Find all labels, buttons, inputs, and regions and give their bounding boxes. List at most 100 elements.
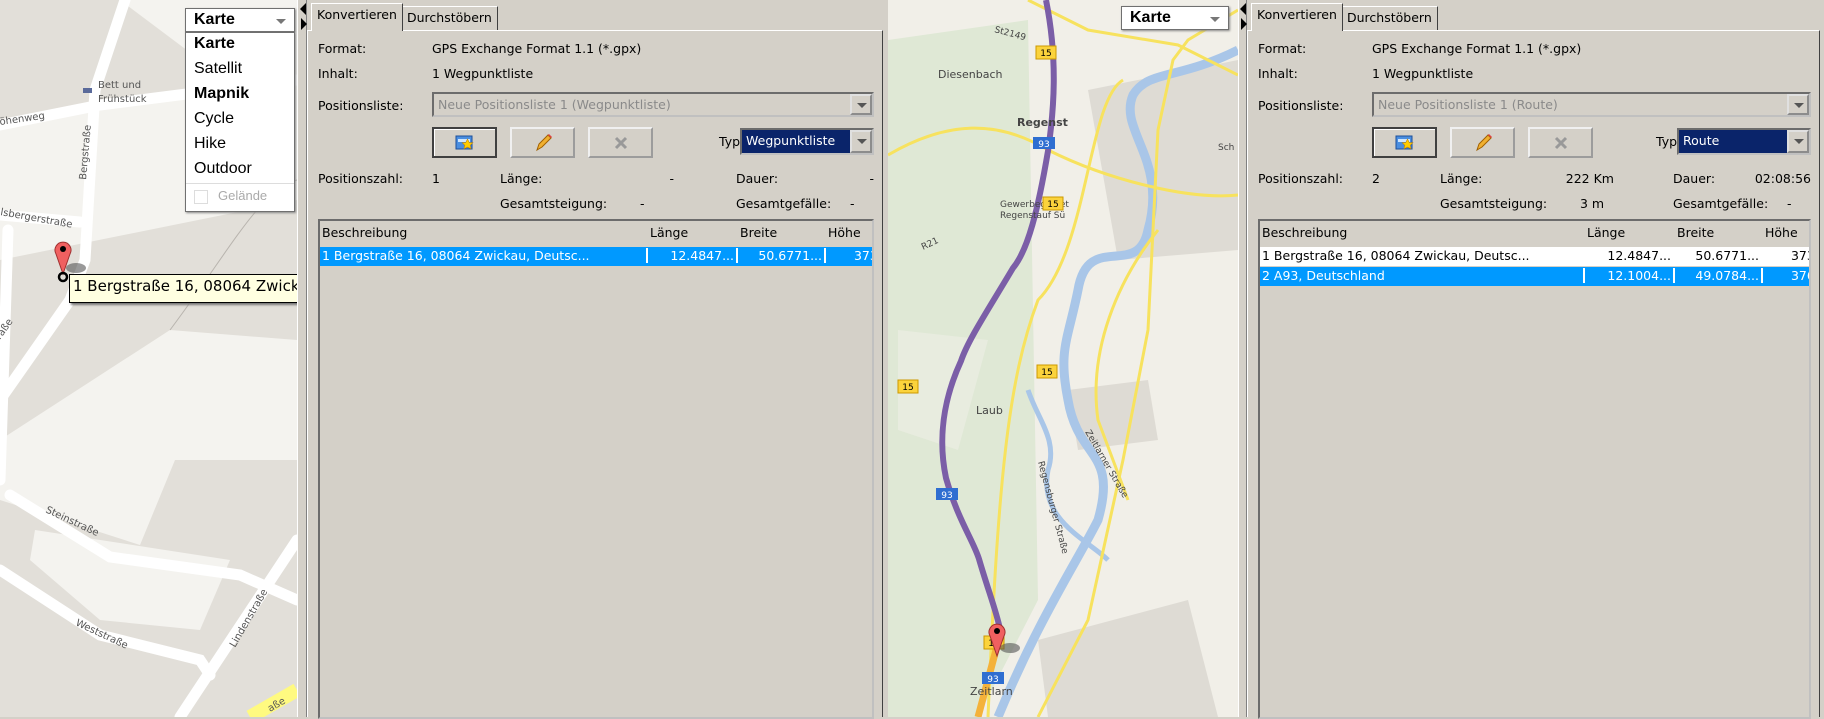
new-list-button[interactable] [1372, 127, 1437, 158]
dauer-label: Dauer: [736, 171, 779, 186]
dauer-value: 02:08:56 [1754, 171, 1811, 186]
cell-latitude: 50.6771... [1695, 248, 1759, 263]
checkbox-icon [194, 189, 208, 204]
chevron-down-icon[interactable] [850, 94, 872, 115]
column-header-beschreibung[interactable]: Beschreibung [1262, 225, 1347, 240]
tab-konvertieren[interactable]: Konvertieren [1251, 3, 1343, 31]
menu-item-satellit[interactable]: Satellit [186, 58, 294, 83]
column-header-hoehe[interactable]: Höhe [828, 225, 861, 240]
edit-button[interactable] [1450, 127, 1515, 158]
format-label: Format: [1258, 41, 1307, 56]
column-header-breite[interactable]: Breite [1677, 225, 1714, 240]
right-map[interactable]: Diesenbach Regenst Gewerbegebiet Regenst… [888, 0, 1238, 717]
tab-durchstoebern[interactable]: Durchstöbern [401, 6, 498, 30]
chevron-down-icon[interactable] [850, 130, 872, 153]
positionszahl-value: 1 [432, 171, 440, 186]
menu-item-outdoor[interactable]: Outdoor [186, 158, 294, 183]
menu-item-hike[interactable]: Hike [186, 133, 294, 158]
new-list-button[interactable] [432, 127, 497, 158]
format-label: Format: [318, 41, 367, 56]
tab-content: Format: GPS Exchange Format 1.1 (*.gpx) … [1247, 30, 1820, 719]
positionszahl-label: Positionszahl: [318, 171, 404, 186]
column-header-beschreibung[interactable]: Beschreibung [322, 225, 407, 240]
menu-item-mapnik[interactable]: Mapnik [186, 83, 294, 108]
cell-altitude: 373 m [1790, 248, 1809, 263]
gesamtgefaelle-value: - [850, 196, 855, 211]
position-table[interactable]: Beschreibung Länge Breite Höhe 1 Bergstr… [1258, 219, 1811, 719]
positionszahl-label: Positionszahl: [1258, 171, 1344, 186]
cell-latitude: 49.0784... [1673, 268, 1761, 283]
positionsliste-select[interactable]: Neue Positionsliste 1 (Wegpunktliste) [432, 92, 874, 117]
tab-konvertieren[interactable]: Konvertieren [311, 3, 403, 31]
positionsliste-label: Positionsliste: [1258, 98, 1344, 113]
cell-description: 1 Bergstraße 16, 08064 Zwickau, Deutsc..… [322, 248, 590, 263]
map-type-select[interactable]: Karte [185, 8, 295, 32]
gesamtsteigung-label: Gesamtsteigung: [1440, 196, 1548, 211]
column-header-laenge[interactable]: Länge [650, 225, 688, 240]
positionsliste-select[interactable]: Neue Positionsliste 1 (Route) [1372, 92, 1811, 117]
chevron-down-icon[interactable] [1787, 94, 1809, 115]
poi-label: Bett und [98, 80, 141, 91]
left-map[interactable]: Bergstraße öhenweg lsbergerstraße Steins… [0, 0, 297, 717]
place-label: Regenst [1017, 116, 1068, 129]
typ-select[interactable]: Wegpunktliste [740, 128, 874, 155]
tab-durchstoebern[interactable]: Durchstöbern [1341, 6, 1438, 30]
map-type-selected: Karte [1130, 9, 1171, 26]
chevron-down-icon [276, 19, 286, 24]
format-value: GPS Exchange Format 1.1 (*.gpx) [1372, 41, 1582, 56]
table-row[interactable]: 1 Bergstraße 16, 08064 Zwickau, Deutsc..… [1260, 247, 1809, 266]
collapse-left-icon[interactable] [1240, 3, 1246, 15]
cell-description: 1 Bergstraße 16, 08064 Zwickau, Deutsc..… [1262, 248, 1530, 263]
typ-select[interactable]: Route [1677, 128, 1811, 155]
table-row[interactable]: 1 Bergstraße 16, 08064 Zwickau, Deutsc..… [320, 247, 872, 266]
format-value: GPS Exchange Format 1.1 (*.gpx) [432, 41, 642, 56]
delete-button[interactable] [588, 127, 653, 158]
map-marker-icon[interactable] [984, 620, 1024, 670]
converter-panel-left: Konvertieren Durchstöbern Format: GPS Ex… [307, 0, 887, 719]
map-type-select[interactable]: Karte [1121, 6, 1229, 30]
pencil-icon [535, 133, 552, 151]
right-map-tiles: Diesenbach Regenst Gewerbegebiet Regenst… [888, 0, 1238, 717]
gesamtgefaelle-label: Gesamtgefälle: [736, 196, 832, 211]
bed-icon [83, 88, 92, 93]
positionszahl-value: 2 [1372, 171, 1380, 186]
cell-altitude: 376 m [1761, 268, 1809, 283]
menu-item-karte[interactable]: Karte [186, 33, 294, 58]
menu-item-cycle[interactable]: Cycle [186, 108, 294, 133]
tab-content: Format: GPS Exchange Format 1.1 (*.gpx) … [307, 30, 883, 719]
new-folder-icon [1395, 135, 1414, 149]
splitter[interactable] [297, 0, 307, 717]
typ-value: Wegpunktliste [746, 133, 836, 148]
table-row[interactable]: 2 A93, Deutschland 12.1004... 49.0784...… [1260, 267, 1809, 286]
column-header-breite[interactable]: Breite [740, 225, 777, 240]
street-label: Regensburger Straße [1035, 460, 1069, 555]
gesamtgefaelle-label: Gesamtgefälle: [1673, 196, 1769, 211]
positionsliste-label: Positionsliste: [318, 98, 404, 113]
gesamtgefaelle-value: - [1787, 196, 1792, 211]
inhalt-label: Inhalt: [1258, 66, 1298, 81]
gesamtsteigung-value: - [640, 196, 645, 211]
close-icon [1554, 136, 1567, 149]
dauer-label: Dauer: [1673, 171, 1716, 186]
positionsliste-value: Neue Positionsliste 1 (Wegpunktliste) [438, 97, 671, 112]
chevron-down-icon[interactable] [1787, 130, 1809, 153]
laenge-label: Länge: [500, 171, 543, 186]
edit-button[interactable] [510, 127, 575, 158]
positionsliste-value: Neue Positionsliste 1 (Route) [1378, 97, 1558, 112]
close-icon [614, 136, 627, 149]
table-header: Beschreibung Länge Breite Höhe [1260, 224, 1809, 243]
delete-button[interactable] [1528, 127, 1593, 158]
road-badge: 93 [987, 675, 998, 685]
column-header-hoehe[interactable]: Höhe [1765, 225, 1798, 240]
road-badge: 15 [1041, 368, 1052, 378]
collapse-left-icon[interactable] [300, 3, 306, 15]
column-header-laenge[interactable]: Länge [1587, 225, 1625, 240]
position-table[interactable]: Beschreibung Länge Breite Höhe 1 Bergstr… [318, 219, 874, 719]
splitter[interactable] [1238, 0, 1247, 717]
cell-description: 2 A93, Deutschland [1262, 268, 1385, 283]
laenge-value: 222 Km [1565, 171, 1614, 186]
terrain-checkbox[interactable]: Gelände [186, 183, 294, 208]
road-badge: 15 [1047, 200, 1058, 210]
cell-altitude: 373 m [824, 248, 872, 263]
chevron-down-icon [1210, 17, 1220, 22]
